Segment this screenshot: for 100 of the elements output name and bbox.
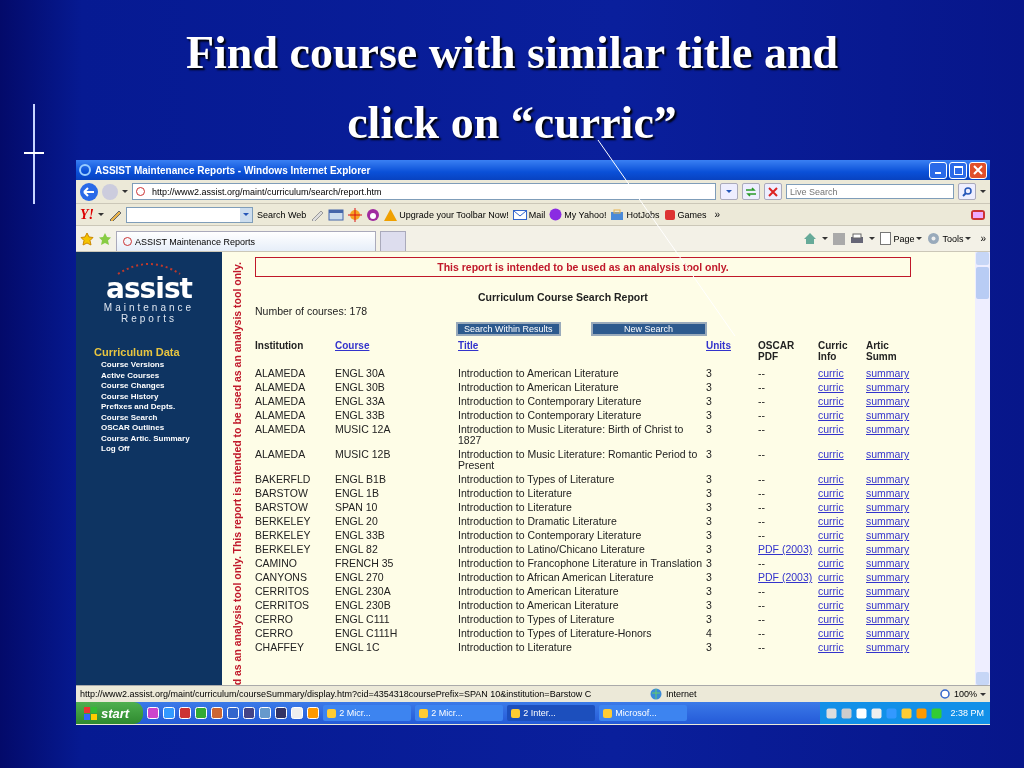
search-web-button[interactable]: Search Web	[257, 209, 307, 220]
sort-link[interactable]: Units	[706, 340, 731, 351]
sidebar-link[interactable]: Log Off	[101, 444, 130, 455]
printer-icon[interactable]	[850, 232, 865, 245]
hotjobs-link[interactable]: HotJobs	[626, 209, 660, 220]
more-button[interactable]: »	[980, 233, 986, 244]
summary-link[interactable]: summary	[866, 448, 910, 460]
caret-icon[interactable]	[980, 190, 986, 193]
sidebar-link[interactable]: Course Versions	[101, 360, 165, 371]
summary-link[interactable]: summary	[866, 585, 910, 597]
window-icon[interactable]	[328, 208, 345, 221]
search-button[interactable]	[958, 183, 976, 200]
quick-launch-icon[interactable]	[179, 707, 192, 719]
crosshair-icon[interactable]	[348, 207, 363, 222]
curric-link[interactable]: curric	[818, 599, 844, 611]
scroll-thumb[interactable]	[976, 267, 989, 299]
sidebar-link[interactable]: Prefixes and Depts.	[101, 402, 176, 413]
summary-link[interactable]: summary	[866, 487, 910, 499]
summary-link[interactable]: summary	[866, 627, 910, 639]
games-link[interactable]: Games	[677, 209, 707, 220]
summary-link[interactable]: summary	[866, 515, 910, 527]
minimize-button[interactable]	[929, 161, 947, 179]
address-field[interactable]: http://www2.assist.org/maint/curriculum/search/report.htm	[132, 183, 716, 200]
report-button[interactable]: New Search	[590, 322, 707, 336]
stop-button[interactable]	[764, 183, 782, 200]
tray-icon[interactable]	[856, 707, 868, 719]
summary-link[interactable]: summary	[866, 381, 910, 393]
curric-link[interactable]: curric	[818, 487, 844, 499]
sidebar-link[interactable]: Course Changes	[101, 381, 165, 392]
tray-icon[interactable]	[901, 707, 913, 719]
yahoo-logo[interactable]: Y!	[80, 206, 94, 223]
restore-button[interactable]	[949, 161, 967, 179]
quick-launch-icon[interactable]	[243, 707, 256, 719]
curric-link[interactable]: curric	[818, 627, 844, 639]
sidebar-link[interactable]: Active Courses	[101, 370, 160, 381]
curric-link[interactable]: curric	[818, 367, 844, 379]
sort-link[interactable]: Course	[335, 340, 370, 351]
pencil-icon[interactable]	[108, 208, 122, 221]
summary-link[interactable]: summary	[866, 529, 910, 541]
star-icon[interactable]	[80, 231, 94, 246]
curric-link[interactable]: curric	[818, 585, 844, 597]
my-yahoo-link[interactable]: My Yahoo!	[564, 209, 607, 220]
mail-link[interactable]: Mail	[528, 209, 546, 220]
report-button[interactable]: Search Within Results	[456, 322, 561, 336]
curric-link[interactable]: curric	[818, 409, 844, 421]
pdf-link[interactable]: PDF (2003)	[758, 571, 813, 583]
curric-link[interactable]: curric	[818, 423, 844, 435]
tray-icon[interactable]	[871, 707, 883, 719]
caret-icon[interactable]	[122, 190, 128, 193]
home-icon[interactable]	[803, 232, 818, 245]
curric-link[interactable]: curric	[818, 473, 844, 485]
browser-tab[interactable]: ASSIST Maintenance Reports	[116, 231, 376, 251]
taskbar-button[interactable]: Microsof...	[599, 705, 688, 721]
more-button[interactable]: »	[714, 209, 721, 220]
curric-link[interactable]: curric	[818, 448, 844, 460]
upgrade-link[interactable]: Upgrade your Toolbar Now!	[399, 209, 509, 220]
curric-link[interactable]: curric	[818, 641, 844, 653]
curric-link[interactable]: curric	[818, 395, 844, 407]
quick-launch-icon[interactable]	[163, 707, 176, 719]
mail-icon[interactable]	[970, 208, 986, 221]
summary-link[interactable]: summary	[866, 367, 910, 379]
curric-link[interactable]: curric	[818, 571, 844, 583]
summary-link[interactable]: summary	[866, 571, 910, 583]
eraser-icon[interactable]	[310, 208, 325, 221]
summary-link[interactable]: summary	[866, 557, 910, 569]
quick-launch-icon[interactable]	[195, 707, 208, 719]
taskbar-button[interactable]: 2 Inter...	[507, 705, 596, 721]
dropdown-button[interactable]	[720, 183, 738, 200]
quick-launch-icon[interactable]	[147, 707, 160, 719]
sidebar-link[interactable]: Course History	[101, 391, 159, 402]
curric-link[interactable]: curric	[818, 515, 844, 527]
summary-link[interactable]: summary	[866, 395, 910, 407]
headphones-icon[interactable]	[366, 207, 381, 222]
pdf-link[interactable]: PDF (2003)	[758, 543, 813, 555]
taskbar-button[interactable]: 2 Micr...	[323, 705, 412, 721]
sidebar-link[interactable]: Course Artic. Summary	[101, 433, 190, 444]
curric-link[interactable]: curric	[818, 613, 844, 625]
quick-launch-icon[interactable]	[211, 707, 224, 719]
quick-launch-icon[interactable]	[259, 707, 272, 719]
caret-icon[interactable]	[98, 213, 104, 216]
search-field[interactable]	[126, 206, 253, 223]
zoom-level[interactable]: 100%	[953, 689, 977, 699]
summary-link[interactable]: summary	[866, 599, 910, 611]
search-field[interactable]: Live Search	[786, 184, 954, 199]
quick-launch-icon[interactable]	[291, 707, 304, 719]
sort-link[interactable]: Title	[458, 340, 479, 351]
summary-link[interactable]: summary	[866, 423, 910, 435]
tray-icon[interactable]	[826, 707, 838, 719]
quick-launch-icon[interactable]	[307, 707, 320, 719]
summary-link[interactable]: summary	[866, 641, 910, 653]
close-button[interactable]	[969, 161, 987, 179]
curric-link[interactable]: curric	[818, 557, 844, 569]
curric-link[interactable]: curric	[818, 381, 844, 393]
summary-link[interactable]: summary	[866, 409, 910, 421]
summary-link[interactable]: summary	[866, 613, 910, 625]
tools-menu[interactable]: Tools	[942, 233, 964, 244]
quick-launch-icon[interactable]	[227, 707, 240, 719]
sidebar-link[interactable]: OSCAR Outlines	[101, 423, 165, 434]
back-button[interactable]	[80, 182, 98, 201]
quick-launch-icon[interactable]	[275, 707, 288, 719]
